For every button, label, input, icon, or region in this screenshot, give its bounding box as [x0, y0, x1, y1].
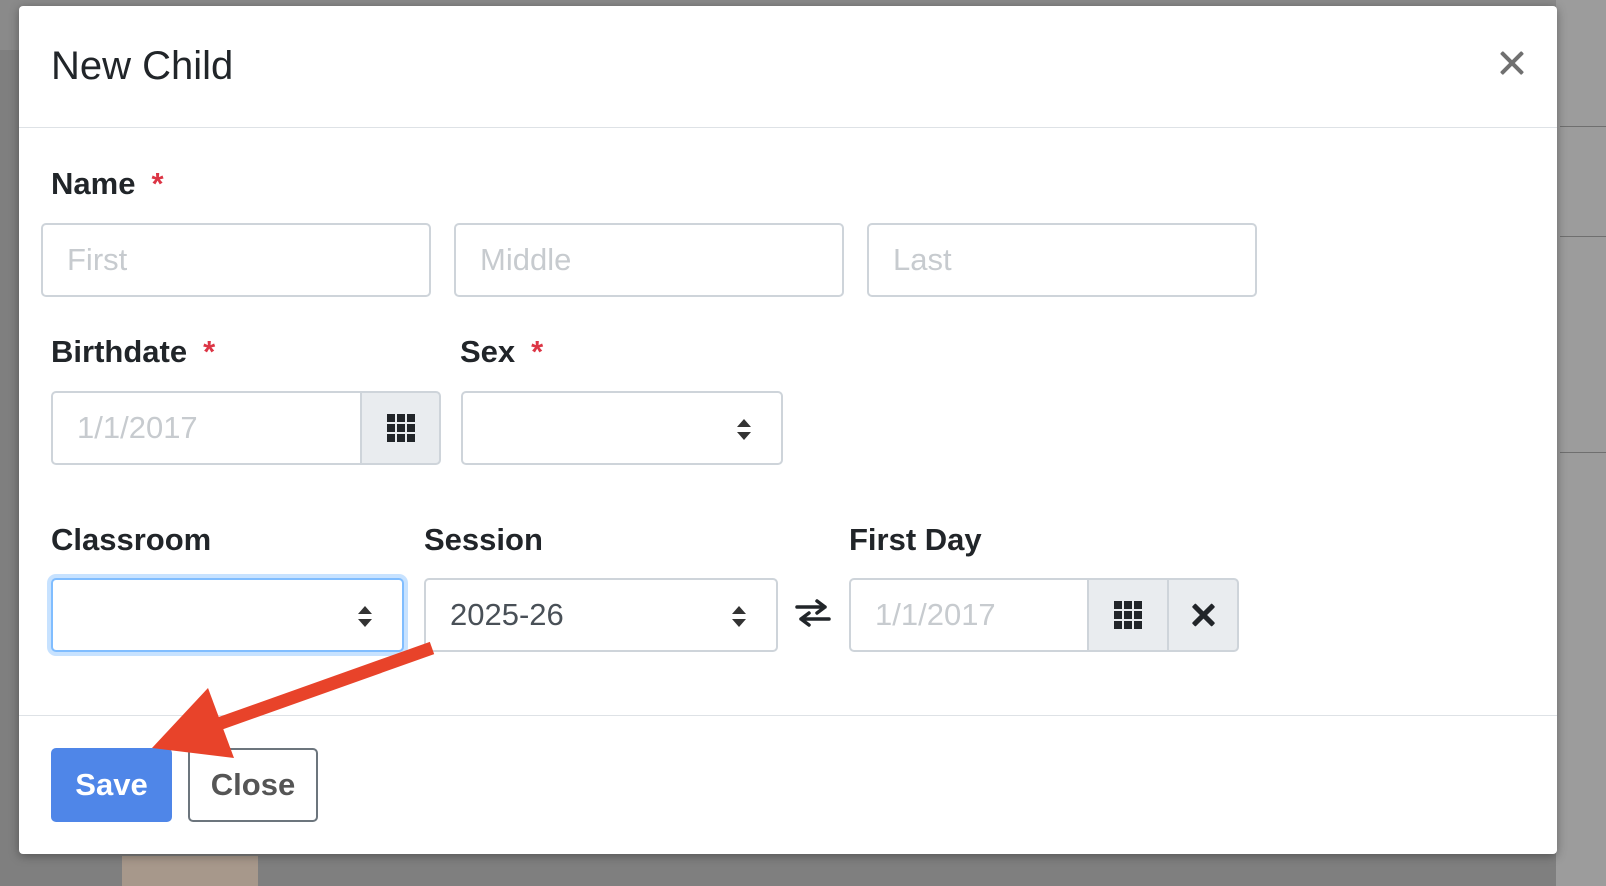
calendar-grid-icon [386, 414, 415, 442]
session-select-value: 2025-26 [450, 597, 564, 632]
close-button[interactable]: Close [188, 748, 318, 822]
last-name-input[interactable] [867, 223, 1257, 297]
first-day-label: First Day [849, 522, 982, 557]
birthdate-calendar-button[interactable] [360, 391, 441, 465]
background-divider [1560, 236, 1606, 237]
background-thumbnail [122, 856, 258, 886]
clear-icon [1191, 603, 1215, 627]
name-label: Name * [51, 166, 164, 202]
first-name-input[interactable] [41, 223, 431, 297]
background-divider [1560, 126, 1606, 127]
birthdate-label-text: Birthdate [51, 334, 188, 369]
sex-label: Sex * [460, 334, 543, 370]
birthdate-label: Birthdate * [51, 334, 215, 370]
name-label-text: Name [51, 166, 136, 201]
background-divider [1560, 452, 1606, 453]
session-select[interactable]: 2025-26 [424, 578, 778, 652]
select-arrows-icon [358, 606, 372, 628]
select-arrows-icon [732, 606, 746, 628]
classroom-label: Classroom [51, 522, 212, 557]
session-label: Session [424, 522, 543, 557]
sex-select[interactable] [461, 391, 783, 465]
required-asterisk: * [531, 334, 544, 369]
classroom-select[interactable] [51, 578, 404, 652]
first-day-calendar-button[interactable] [1087, 578, 1169, 652]
save-button[interactable]: Save [51, 748, 172, 822]
required-asterisk: * [203, 334, 216, 369]
modal-header: New Child [19, 6, 1557, 128]
first-day-input[interactable] [849, 578, 1089, 652]
background-page-edge [1556, 0, 1606, 886]
close-icon[interactable] [1495, 46, 1529, 80]
modal-title: New Child [51, 44, 234, 88]
swap-arrows-icon[interactable] [795, 598, 831, 628]
calendar-grid-icon [1114, 601, 1142, 629]
first-day-clear-button[interactable] [1167, 578, 1239, 652]
required-asterisk: * [151, 166, 164, 201]
new-child-modal: New Child Name * Birthdate * Sex * Classroo… [19, 6, 1557, 854]
middle-name-input[interactable] [454, 223, 844, 297]
birthdate-input[interactable] [51, 391, 362, 465]
sex-label-text: Sex [460, 334, 516, 369]
select-arrows-icon [737, 419, 751, 441]
